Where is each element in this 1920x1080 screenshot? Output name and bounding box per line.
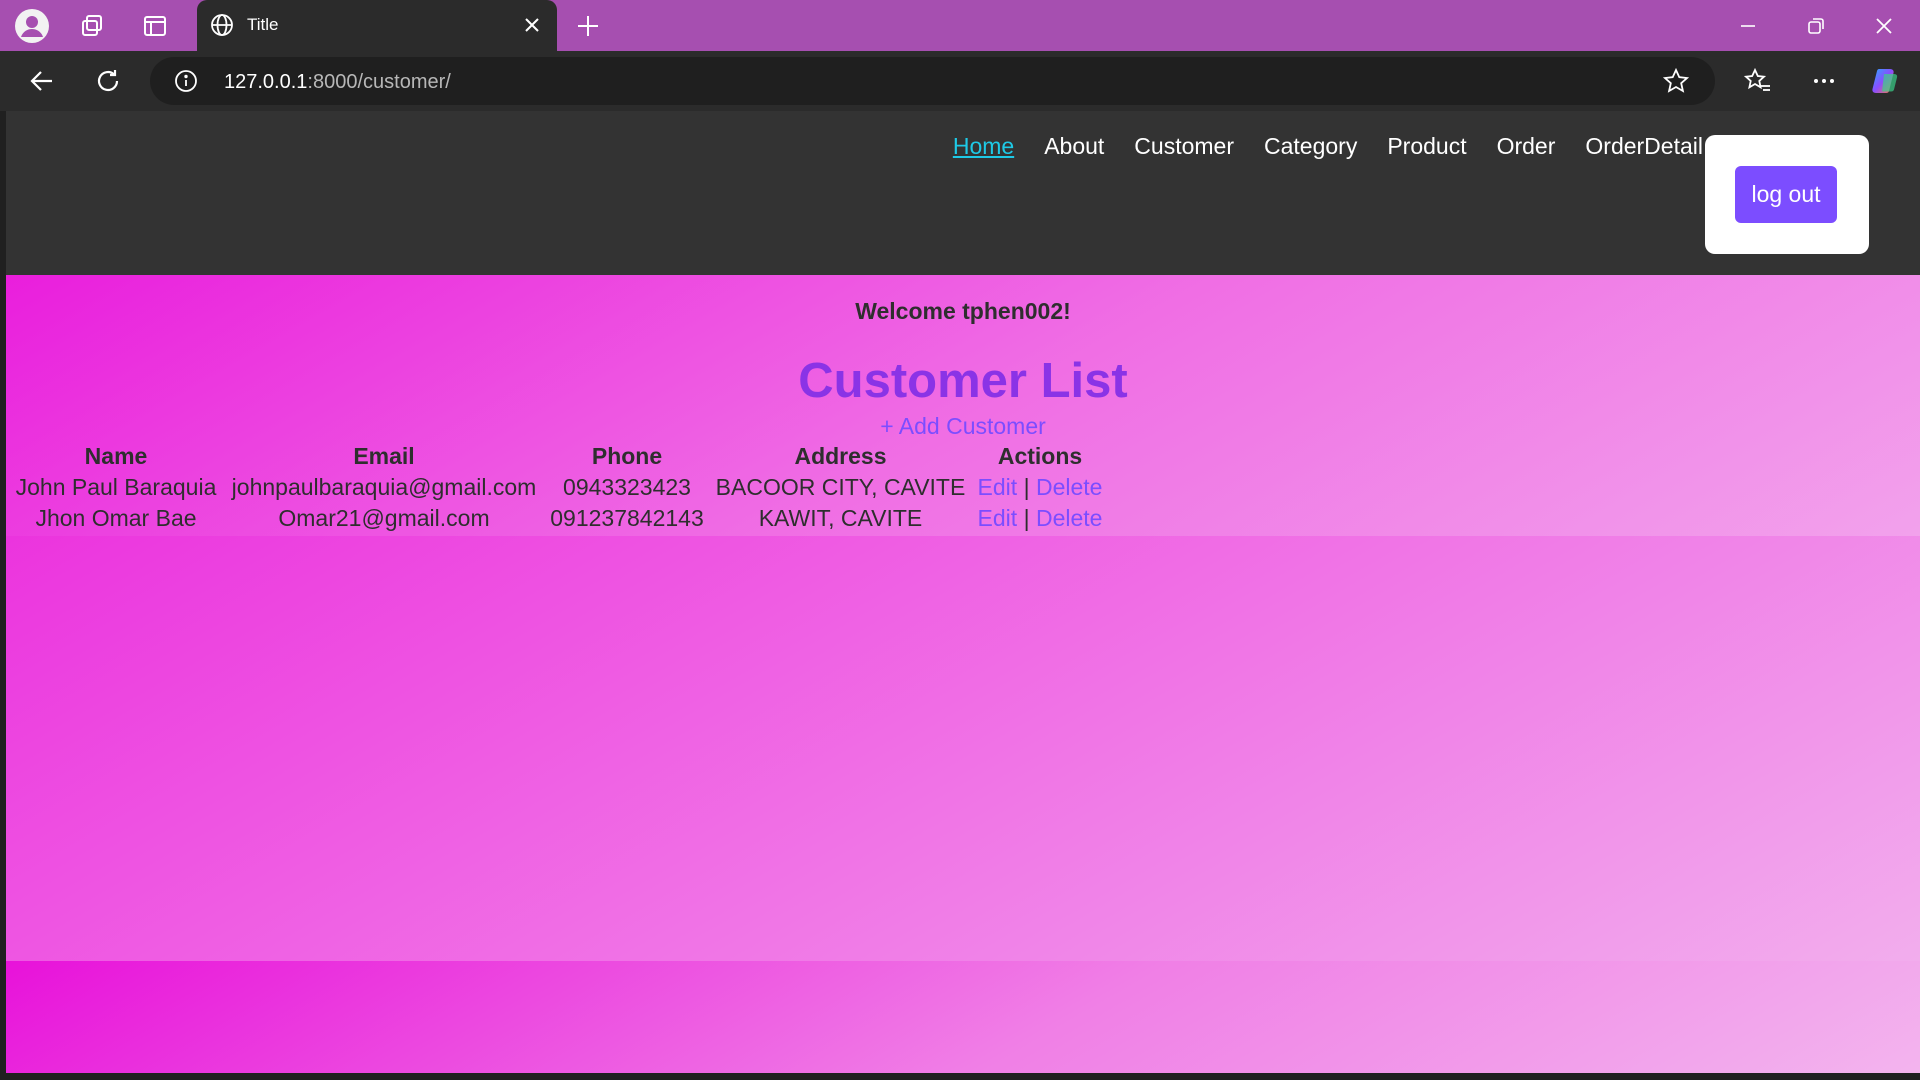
- main-nav: Home About Customer Category Product Ord…: [953, 133, 1703, 160]
- cell-name: John Paul Baraquia: [15, 474, 217, 500]
- cell-name: Jhon Omar Bae: [35, 505, 197, 531]
- active-tab[interactable]: Title: [197, 0, 557, 51]
- profile-icon[interactable]: [14, 8, 50, 44]
- nav-customer[interactable]: Customer: [1134, 133, 1234, 160]
- cell-email: johnpaulbaraquia@gmail.com: [231, 474, 537, 500]
- page-viewport: Home About Customer Category Product Ord…: [6, 111, 1920, 1073]
- add-customer-link[interactable]: + Add Customer: [6, 413, 1920, 440]
- tab-title: Title: [247, 15, 279, 34]
- header-actions: Actions: [997, 443, 1083, 469]
- logout-button[interactable]: log out: [1735, 166, 1837, 223]
- header-address: Address: [794, 443, 887, 469]
- close-window-icon[interactable]: [1866, 8, 1902, 44]
- cell-phone: 091237842143: [550, 505, 704, 531]
- cell-actions: Edit | Delete: [970, 503, 1110, 534]
- favorites-icon[interactable]: [1738, 61, 1778, 101]
- edit-link[interactable]: Edit: [978, 474, 1018, 500]
- customer-table: Name Email Phone Address Actions John Pa…: [7, 441, 1110, 534]
- globe-icon: [209, 12, 235, 43]
- more-icon[interactable]: [1804, 61, 1844, 101]
- header-email: Email: [353, 443, 415, 469]
- copilot-icon[interactable]: [1866, 61, 1906, 101]
- browser-toolbar: 127.0.0.1:8000/customer/: [0, 51, 1920, 111]
- url-path: :8000/customer/: [307, 71, 451, 93]
- delete-link[interactable]: Delete: [1036, 505, 1102, 531]
- address-bar[interactable]: 127.0.0.1:8000/customer/: [150, 57, 1715, 105]
- close-tab-icon[interactable]: [522, 15, 542, 40]
- cell-email: Omar21@gmail.com: [278, 505, 490, 531]
- minimize-icon[interactable]: [1730, 8, 1766, 44]
- delete-link[interactable]: Delete: [1036, 474, 1102, 500]
- nav-about[interactable]: About: [1044, 133, 1104, 160]
- cell-actions: Edit | Delete: [970, 472, 1110, 503]
- welcome-message: Welcome tphen002!: [855, 298, 1071, 324]
- header-phone: Phone: [591, 443, 663, 469]
- action-separator: |: [1023, 474, 1030, 500]
- tab-actions-icon[interactable]: [137, 8, 173, 44]
- table-row: Jhon Omar Bae Omar21@gmail.com 091237842…: [7, 503, 1110, 534]
- page-title: Customer List: [798, 354, 1128, 408]
- site-header: Home About Customer Category Product Ord…: [6, 111, 1920, 275]
- favorite-star-icon[interactable]: [1662, 67, 1690, 100]
- nav-orderdetail[interactable]: OrderDetail: [1585, 133, 1703, 160]
- nav-order[interactable]: Order: [1497, 133, 1556, 160]
- header-name: Name: [84, 443, 148, 469]
- nav-category[interactable]: Category: [1264, 133, 1357, 160]
- action-separator: |: [1023, 505, 1030, 531]
- table-header-row: Name Email Phone Address Actions: [7, 441, 1110, 472]
- browser-titlebar: Title: [0, 0, 1920, 51]
- back-icon[interactable]: [22, 61, 62, 101]
- cell-phone: 0943323423: [563, 474, 691, 500]
- url-host: 127.0.0.1: [224, 71, 308, 93]
- reload-icon[interactable]: [88, 61, 128, 101]
- url-text[interactable]: 127.0.0.1:8000/customer/: [224, 71, 451, 94]
- table-row: John Paul Baraquia johnpaulbaraquia@gmai…: [7, 472, 1110, 503]
- cell-address: BACOOR CITY, CAVITE: [715, 474, 966, 500]
- nav-home[interactable]: Home: [953, 133, 1014, 160]
- nav-product[interactable]: Product: [1387, 133, 1466, 160]
- new-tab-icon[interactable]: [570, 8, 606, 44]
- logout-container: log out: [1705, 135, 1869, 254]
- restore-icon[interactable]: [1798, 8, 1834, 44]
- edit-link[interactable]: Edit: [978, 505, 1018, 531]
- cell-address: KAWIT, CAVITE: [758, 505, 923, 531]
- workspaces-icon[interactable]: [74, 8, 110, 44]
- page-footer-band: [6, 961, 1920, 1073]
- site-info-icon[interactable]: [174, 69, 198, 98]
